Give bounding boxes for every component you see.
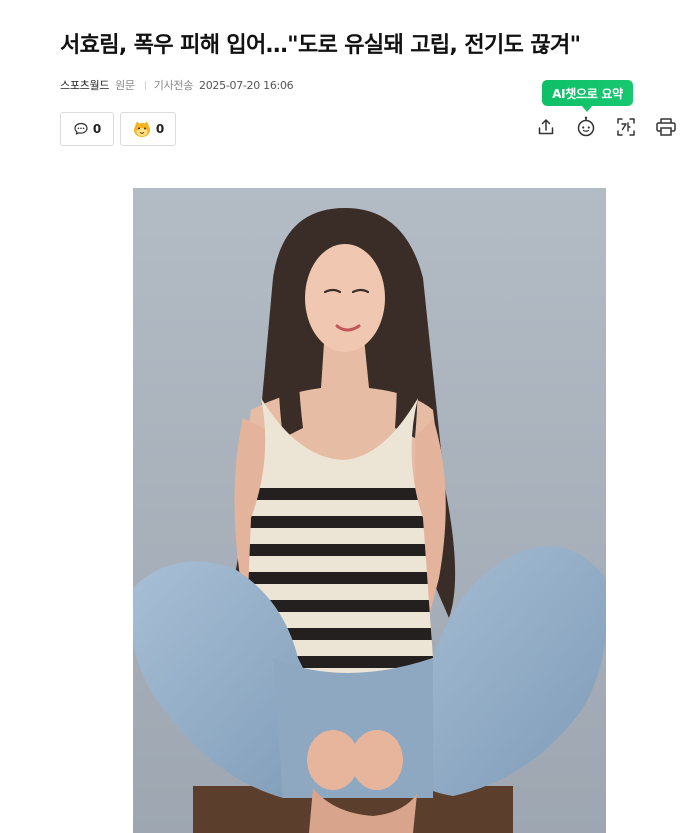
sent-label: 기사전송 — [153, 79, 194, 92]
emotion-face-icon — [132, 120, 152, 138]
sent-datetime: 2025-07-20 16:06 — [199, 78, 294, 92]
print-icon[interactable] — [654, 115, 678, 139]
article-photo — [133, 188, 606, 833]
comment-icon — [73, 121, 89, 137]
ai-summary-tooltip[interactable]: AI챗으로 요약 — [542, 80, 633, 112]
share-icon[interactable] — [534, 115, 558, 139]
ai-summary-icon[interactable] — [574, 115, 598, 139]
font-size-icon[interactable] — [614, 115, 638, 139]
comment-button[interactable]: 0 — [60, 112, 114, 146]
press-name[interactable]: 스포츠월드 — [60, 77, 109, 93]
article-headline: 서효림, 폭우 피해 입어…"도로 유실돼 고립, 전기도 끊겨" — [60, 33, 581, 58]
article-meta: 스포츠월드 원문 기사전송 2025-07-20 16:06 — [60, 76, 294, 94]
meta-divider — [144, 80, 146, 90]
origin-link[interactable]: 원문 — [115, 77, 135, 93]
comment-count: 0 — [92, 122, 102, 136]
emotion-count: 0 — [155, 122, 165, 136]
emotion-button[interactable]: 0 — [120, 112, 176, 146]
